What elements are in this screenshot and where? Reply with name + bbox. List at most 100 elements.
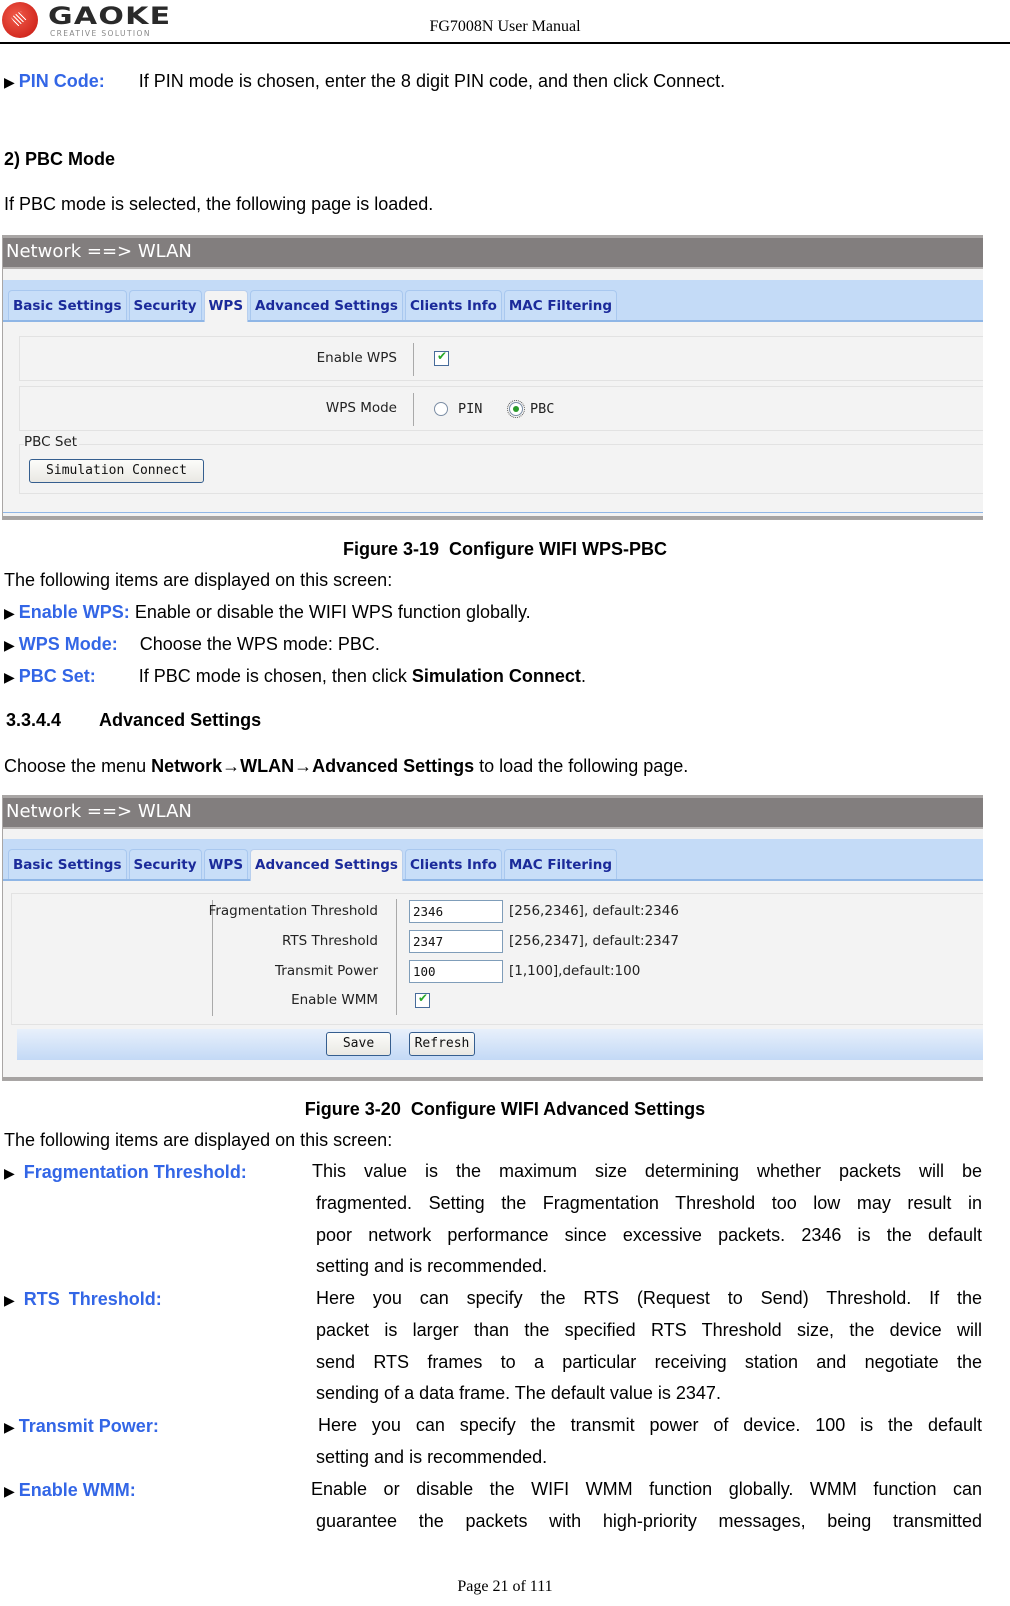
tab-wps[interactable]: WPS	[203, 290, 249, 322]
intro-text: Choose the menu	[4, 756, 152, 776]
enable-wps-row: Enable WPS	[19, 336, 983, 381]
tab-security[interactable]: Security	[128, 290, 202, 320]
bullet-arrow-icon: ▶	[4, 1292, 15, 1308]
breadcrumb-title-bar: Network ==> WLAN	[3, 796, 983, 829]
advanced-item-term-fragmentation: ▶ Fragmentation Threshold:	[4, 1161, 247, 1184]
action-bar	[17, 1029, 983, 1060]
tab-bar: Basic Settings Security WPS Advanced Set…	[3, 280, 983, 322]
transmit-power-input[interactable]: 100	[409, 960, 503, 983]
wps-item-pbc-set: ▶ PBC Set: If PBC mode is chosen, then cli…	[4, 665, 586, 688]
save-button[interactable]: Save	[326, 1032, 391, 1056]
wps-pbc-screenshot: Network ==> WLAN Basic Settings Security…	[2, 235, 983, 520]
row-divider	[413, 393, 414, 426]
wps-mode-pbc-label: PBC	[530, 401, 555, 417]
pbc-intro: If PBC mode is selected, the following p…	[4, 194, 434, 214]
desc-line: fragmented. Setting the Fragmentation Th…	[316, 1192, 982, 1213]
wps-mode-pin-radio[interactable]	[434, 402, 448, 416]
desc-line: setting and is recommended.	[316, 1446, 548, 1467]
tab-list: Basic Settings Security WPS Advanced Set…	[8, 290, 619, 322]
transmit-power-label: Transmit Power	[275, 963, 378, 979]
desc-line: poor network performance since excessive…	[316, 1224, 982, 1245]
bullet-arrow-icon: ▶	[4, 637, 15, 653]
advanced-item-desc-fragmentation: This value is the maximum size determini…	[312, 1156, 982, 1283]
fragmentation-threshold-input[interactable]: 2346	[409, 900, 503, 923]
item-text-end: .	[580, 666, 586, 686]
item-text: If PBC mode is chosen, then click	[138, 666, 412, 686]
caption-text: Configure WIFI WPS-PBC	[449, 539, 668, 559]
advanced-settings-screenshot: Network ==> WLAN Basic Settings Security…	[2, 795, 983, 1081]
rts-threshold-label: RTS Threshold	[281, 933, 378, 949]
advanced-items-intro: The following items are displayed on thi…	[4, 1130, 393, 1150]
item-text-bold: Simulation Connect	[411, 666, 581, 686]
advanced-item-term-transmit-power: ▶ Transmit Power:	[4, 1415, 159, 1438]
tab-bar: Basic Settings Security WPS Advanced Set…	[3, 839, 983, 881]
tab-basic-settings[interactable]: Basic Settings	[8, 290, 127, 320]
rts-threshold-input[interactable]: 2347	[409, 930, 503, 953]
advanced-item-term-enable-wmm: ▶ Enable WMM:	[4, 1479, 136, 1502]
desc-line: setting and is recommended.	[316, 1256, 548, 1277]
fragmentation-threshold-label: Fragmentation Threshold	[208, 903, 378, 919]
desc-line: sending of a data frame. The default val…	[316, 1383, 721, 1404]
wps-mode-pin-label: PIN	[458, 401, 483, 417]
tab-clients-info[interactable]: Clients Info	[404, 290, 502, 320]
advanced-item-desc-transmit-power: Here you can specify the transmit power …	[316, 1410, 982, 1474]
item-term: Fragmentation Threshold:	[23, 1162, 247, 1182]
breadcrumb-title-bar: Network ==> WLAN	[3, 236, 983, 269]
wps-mode-pbc-radio[interactable]	[507, 400, 525, 418]
pin-code-item: ▶ PIN Code: If PIN mode is chosen, enter t…	[4, 70, 725, 93]
item-term: PBC Set:	[18, 666, 96, 686]
caption-number: Figure 3-20	[304, 1099, 401, 1119]
rts-threshold-hint: [256,2347], default:2347	[509, 933, 679, 949]
desc-line: Enable or disable the WIFI WMM function …	[311, 1479, 982, 1499]
menu-path: Network→WLAN→Advanced Settings	[151, 756, 475, 776]
tab-security[interactable]: Security	[128, 849, 202, 879]
desc-line: send RTS frames to a particular receivin…	[316, 1351, 982, 1372]
wps-mode-label: WPS Mode	[325, 400, 397, 416]
tab-basic-settings[interactable]: Basic Settings	[8, 849, 127, 879]
item-text: Choose the WPS mode: PBC.	[139, 634, 380, 654]
item-text: Enable or disable the WIFI WPS function …	[134, 602, 531, 622]
screenshot-bottom-border	[3, 516, 983, 519]
caption-text: Configure WIFI Advanced Settings	[410, 1099, 706, 1119]
advanced-item-term-rts: ▶ RTS Threshold:	[4, 1288, 162, 1311]
tab-mac-filtering[interactable]: MAC Filtering	[503, 290, 617, 320]
tab-advanced-settings[interactable]: Advanced Settings	[250, 290, 403, 320]
pbc-set-legend: PBC Set	[24, 434, 80, 450]
item-term: Transmit Power:	[18, 1416, 159, 1436]
tab-mac-filtering[interactable]: MAC Filtering	[503, 849, 617, 879]
item-term: Enable WMM:	[18, 1480, 136, 1500]
figure-caption-3-20: Figure 3-20 Configure WIFI Advanced Sett…	[0, 1098, 1010, 1120]
enable-wmm-checkbox[interactable]	[415, 991, 430, 1008]
bullet-arrow-icon: ▶	[4, 1165, 15, 1181]
intro-text-end: to load the following page.	[474, 756, 689, 776]
tab-clients-info[interactable]: Clients Info	[404, 849, 502, 879]
tab-list: Basic Settings Security WPS Advanced Set…	[8, 849, 619, 881]
bullet-arrow-icon: ▶	[4, 74, 15, 90]
bullet-arrow-icon: ▶	[4, 1419, 15, 1435]
transmit-power-hint: [1,100],default:100	[509, 963, 641, 979]
tab-wps[interactable]: WPS	[203, 849, 249, 879]
enable-wps-checkbox[interactable]	[434, 349, 449, 366]
row-divider	[413, 343, 414, 376]
enable-wps-label: Enable WPS	[316, 350, 397, 366]
refresh-button[interactable]: Refresh	[409, 1032, 475, 1056]
item-term: Enable WPS:	[18, 602, 130, 622]
desc-line: Here you can specify the RTS (Request to…	[316, 1288, 982, 1308]
form-divider	[396, 899, 397, 1015]
bullet-arrow-icon: ▶	[4, 1483, 15, 1499]
desc-line: Here you can specify the transmit power …	[318, 1415, 982, 1435]
tab-advanced-settings[interactable]: Advanced Settings	[250, 849, 403, 881]
bottom-divider	[3, 512, 983, 513]
desc-line: packet is larger than the specified RTS …	[316, 1319, 982, 1340]
enable-wmm-label: Enable WMM	[291, 992, 378, 1008]
bullet-arrow-icon: ▶	[4, 669, 15, 685]
document-title: FG7008N User Manual	[429, 18, 581, 35]
fragmentation-threshold-hint: [256,2346], default:2346	[509, 903, 679, 919]
advanced-item-desc-enable-wmm: Enable or disable the WIFI WMM function …	[311, 1474, 982, 1538]
caption-number: Figure 3-19	[342, 539, 440, 559]
desc-line: This value is the maximum size determini…	[312, 1161, 982, 1181]
wps-mode-row: WPS Mode PIN PBC	[19, 386, 983, 431]
section-heading-advanced: 3.3.4.4 Advanced Settings	[6, 709, 261, 731]
simulation-connect-button[interactable]: Simulation Connect	[29, 459, 204, 483]
figure-caption-3-19: Figure 3-19 Configure WIFI WPS-PBC	[0, 538, 1010, 560]
